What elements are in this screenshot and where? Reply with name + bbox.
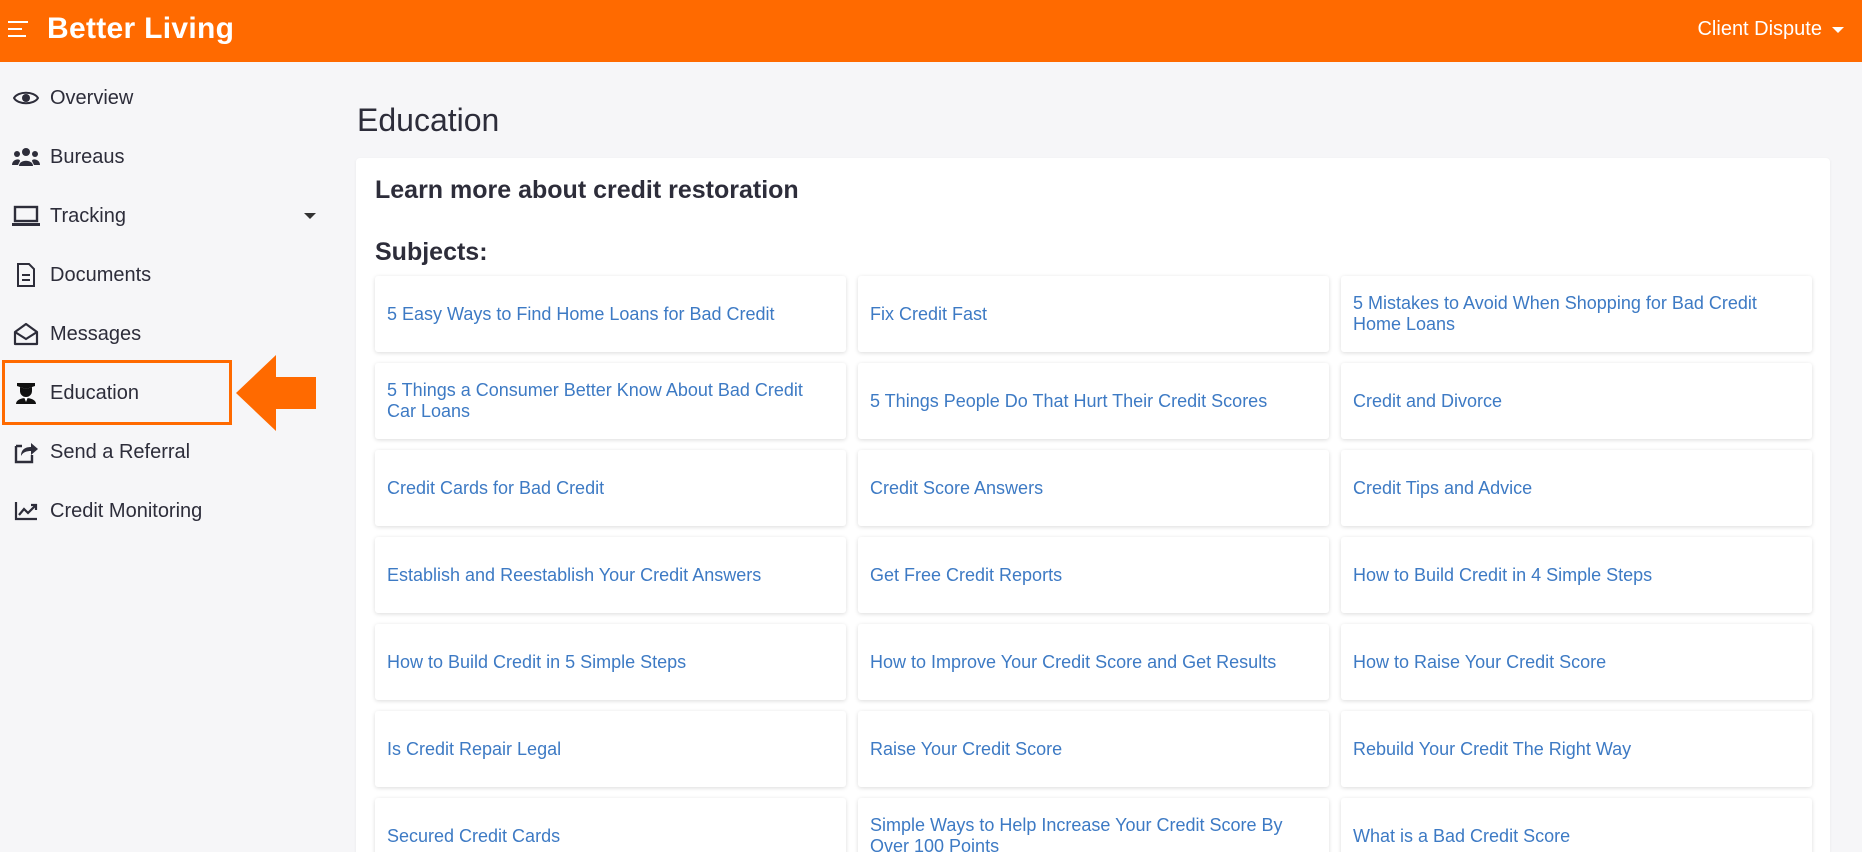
sidebar-item-documents[interactable]: Documents xyxy=(0,250,330,300)
subject-link[interactable]: Rebuild Your Credit The Right Way xyxy=(1341,711,1812,787)
chart-line-icon xyxy=(12,497,40,525)
share-icon xyxy=(12,438,40,466)
sidebar-item-bureaus[interactable]: Bureaus xyxy=(0,132,330,182)
subject-link[interactable]: Get Free Credit Reports xyxy=(858,537,1329,613)
sidebar-item-label: Send a Referral xyxy=(50,440,191,463)
users-icon xyxy=(12,143,40,171)
subject-link[interactable]: Credit Tips and Advice xyxy=(1341,450,1812,526)
eye-icon xyxy=(12,84,40,112)
laptop-icon xyxy=(12,202,40,230)
sidebar-item-label: Overview xyxy=(50,86,134,109)
brand-title[interactable]: Better Living xyxy=(47,12,234,46)
client-dispute-dropdown[interactable]: Client Dispute xyxy=(1697,18,1844,41)
top-navbar: Better Living Client Dispute xyxy=(0,0,1862,62)
card-title: Learn more about credit restoration xyxy=(375,176,799,204)
subject-link[interactable]: 5 Mistakes to Avoid When Shopping for Ba… xyxy=(1341,276,1812,352)
client-dispute-label: Client Dispute xyxy=(1697,18,1822,40)
subject-link[interactable]: What is a Bad Credit Score xyxy=(1341,798,1812,852)
sidebar-item-label: Credit Monitoring xyxy=(50,499,203,522)
sidebar-item-tracking[interactable]: Tracking xyxy=(0,191,330,241)
sidebar: Overview Bureaus Tracking Documents Mess… xyxy=(0,62,330,852)
subject-link[interactable]: Credit and Divorce xyxy=(1341,363,1812,439)
subject-link[interactable]: Establish and Reestablish Your Credit An… xyxy=(375,537,846,613)
subject-link[interactable]: 5 Things People Do That Hurt Their Credi… xyxy=(858,363,1329,439)
subjects-grid: 5 Easy Ways to Find Home Loans for Bad C… xyxy=(375,276,1816,852)
hamburger-menu-icon[interactable] xyxy=(8,21,28,37)
subject-link[interactable]: How to Build Credit in 4 Simple Steps xyxy=(1341,537,1812,613)
sidebar-item-label: Bureaus xyxy=(50,145,125,168)
subject-link[interactable]: How to Improve Your Credit Score and Get… xyxy=(858,624,1329,700)
sidebar-item-credit-monitoring[interactable]: Credit Monitoring xyxy=(0,486,330,536)
sidebar-item-overview[interactable]: Overview xyxy=(0,73,330,123)
subject-link[interactable]: Credit Score Answers xyxy=(858,450,1329,526)
subject-link[interactable]: Raise Your Credit Score xyxy=(858,711,1329,787)
subject-link[interactable]: Fix Credit Fast xyxy=(858,276,1329,352)
page-title: Education xyxy=(357,102,500,138)
arrow-left-icon xyxy=(236,355,316,431)
subjects-heading: Subjects: xyxy=(375,238,488,266)
sidebar-item-label: Tracking xyxy=(50,204,126,227)
education-card: Learn more about credit restoration Subj… xyxy=(356,158,1830,852)
subject-link[interactable]: Secured Credit Cards xyxy=(375,798,846,852)
sidebar-item-send-a-referral[interactable]: Send a Referral xyxy=(0,427,330,477)
subject-link[interactable]: Credit Cards for Bad Credit xyxy=(375,450,846,526)
subject-link[interactable]: 5 Things a Consumer Better Know About Ba… xyxy=(375,363,846,439)
main-content: Education Learn more about credit restor… xyxy=(330,62,1862,852)
subject-link[interactable]: How to Build Credit in 5 Simple Steps xyxy=(375,624,846,700)
sidebar-item-messages[interactable]: Messages xyxy=(0,309,330,359)
subject-link[interactable]: Simple Ways to Help Increase Your Credit… xyxy=(858,798,1329,852)
subject-link[interactable]: Is Credit Repair Legal xyxy=(375,711,846,787)
subject-link[interactable]: 5 Easy Ways to Find Home Loans for Bad C… xyxy=(375,276,846,352)
chevron-down-icon xyxy=(1832,26,1844,33)
chevron-down-icon[interactable] xyxy=(304,213,316,219)
envelope-open-icon xyxy=(12,320,40,348)
document-icon xyxy=(12,261,40,289)
subject-link[interactable]: How to Raise Your Credit Score xyxy=(1341,624,1812,700)
sidebar-item-label: Messages xyxy=(50,322,142,345)
education-highlight-box xyxy=(2,360,232,425)
sidebar-item-label: Documents xyxy=(50,263,152,286)
